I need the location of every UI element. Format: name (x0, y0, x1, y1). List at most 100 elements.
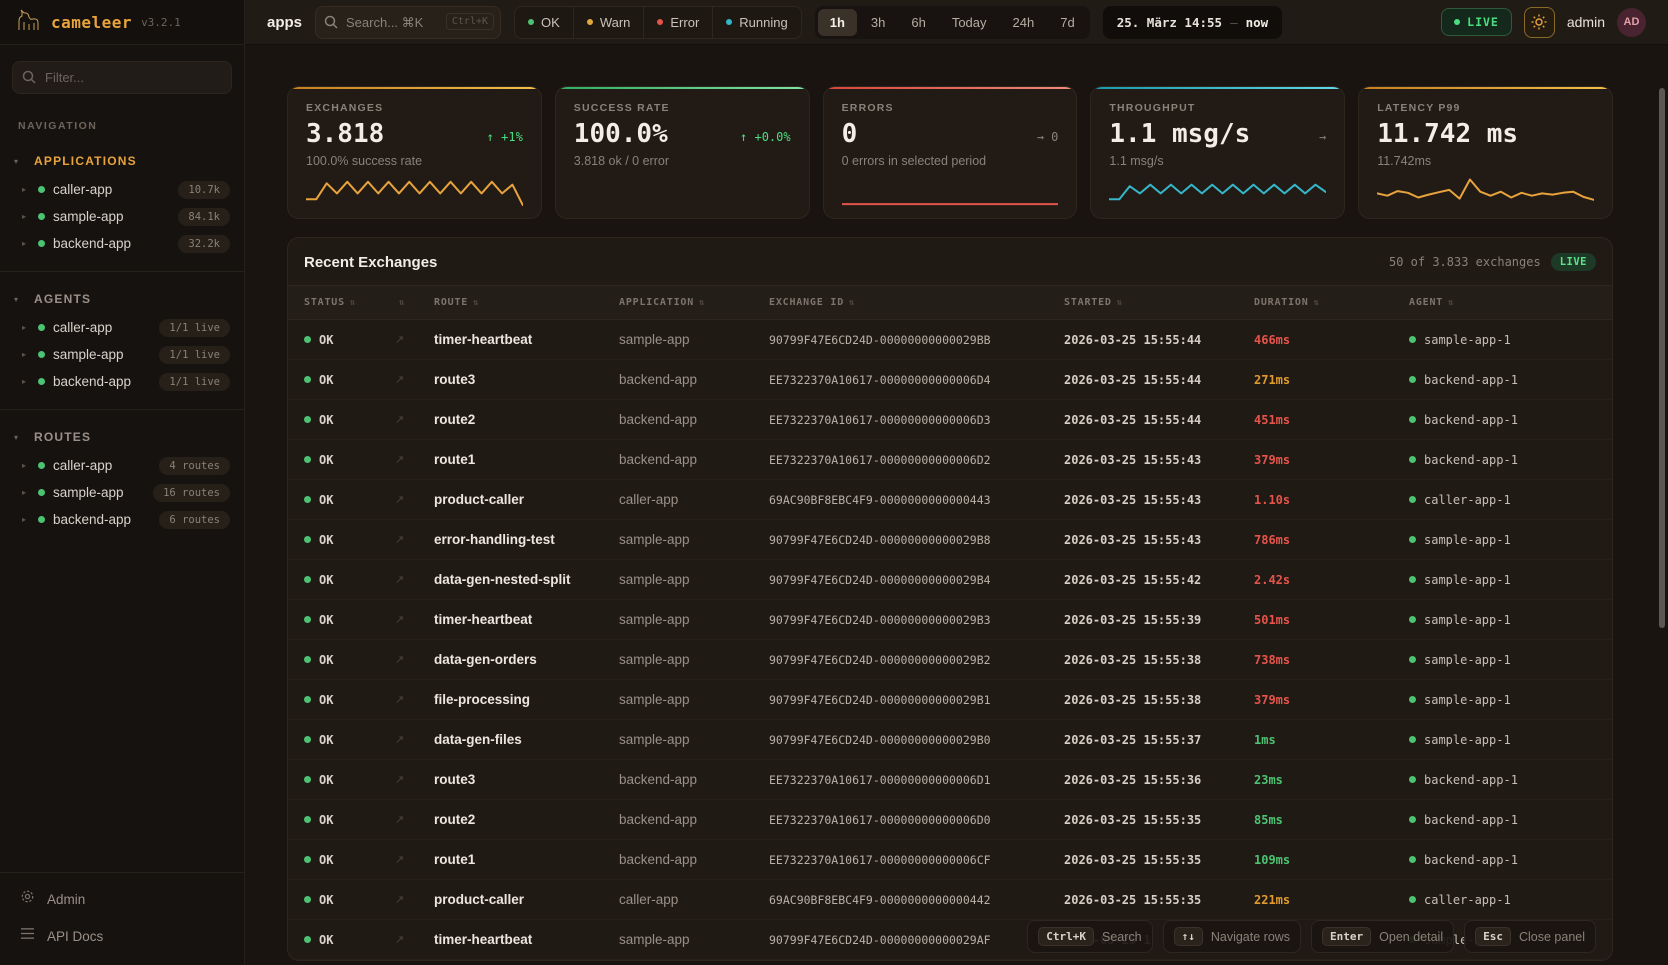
expand-arrow-icon[interactable]: ↗ (383, 853, 418, 866)
chevron-right-icon: ▸ (22, 377, 30, 386)
expand-arrow-icon[interactable]: ↗ (383, 533, 418, 546)
sidebar-item-backend-app[interactable]: ▸backend-app32.2k (0, 230, 244, 257)
table-row[interactable]: OK↗route2backend-appEE7322370A10617-0000… (288, 800, 1612, 840)
sidebar-item-caller-app[interactable]: ▸caller-app4 routes (0, 452, 244, 479)
column-header-route[interactable]: ROUTE⇅ (418, 297, 603, 308)
status-cell: OK (288, 373, 383, 387)
status-filter-error[interactable]: Error (643, 7, 712, 38)
column-header-started[interactable]: STARTED⇅ (1048, 297, 1238, 308)
sidebar-item-backend-app[interactable]: ▸backend-app1/1 live (0, 368, 244, 395)
sidebar-item-sample-app[interactable]: ▸sample-app16 routes (0, 479, 244, 506)
started-cell: 2026-03-25 15:55:39 (1048, 613, 1238, 627)
live-dot-icon (1454, 19, 1460, 25)
time-range-1h[interactable]: 1h (818, 9, 857, 36)
duration-cell: 466ms (1238, 333, 1393, 347)
expand-arrow-icon[interactable]: ↗ (383, 453, 418, 466)
ok-dot-icon (304, 616, 311, 623)
table-row[interactable]: OK↗data-gen-orderssample-app90799F47E6CD… (288, 640, 1612, 680)
date-range-pill[interactable]: 25. März 14:55 — now (1103, 6, 1282, 39)
section-header-routes[interactable]: ▾ROUTES (0, 426, 244, 452)
kpi-value-row: 1.1 msg/s→ (1109, 121, 1326, 147)
sidebar-item-caller-app[interactable]: ▸caller-app10.7k (0, 176, 244, 203)
agent-label: sample-app-1 (1424, 613, 1511, 627)
kpi-body: LATENCY P9911.742 ms11.742ms (1359, 89, 1612, 218)
table-row[interactable]: OK↗route3backend-appEE7322370A10617-0000… (288, 760, 1612, 800)
expand-arrow-icon[interactable]: ↗ (383, 733, 418, 746)
section-title: AGENTS (34, 292, 91, 306)
status-filter-ok[interactable]: OK (515, 7, 573, 38)
agent-label: caller-app-1 (1424, 893, 1511, 907)
sidebar-footer-api-docs[interactable]: API Docs (20, 927, 224, 945)
table-row[interactable]: OK↗route1backend-appEE7322370A10617-0000… (288, 840, 1612, 880)
expand-arrow-icon[interactable]: ↗ (383, 893, 418, 906)
column-header-duration[interactable]: DURATION⇅ (1238, 297, 1393, 308)
status-dot-icon (38, 186, 45, 193)
table-row[interactable]: OK↗timer-heartbeatsample-app90799F47E6CD… (288, 600, 1612, 640)
status-cell: OK (288, 653, 383, 667)
table-row[interactable]: OK↗error-handling-testsample-app90799F47… (288, 520, 1612, 560)
status-filter-group: OK WarnErrorRunning (514, 6, 802, 39)
kpi-label: THROUGHPUT (1109, 102, 1326, 114)
table-row[interactable]: OK↗data-gen-filessample-app90799F47E6CD2… (288, 720, 1612, 760)
expand-arrow-icon[interactable]: ↗ (383, 373, 418, 386)
status-filter-warn[interactable]: Warn (573, 7, 644, 38)
sidebar-footer-admin[interactable]: Admin (20, 889, 224, 909)
table-row[interactable]: OK↗route1backend-appEE7322370A10617-0000… (288, 440, 1612, 480)
live-toggle[interactable]: LIVE (1441, 8, 1512, 36)
column-header-label: STARTED (1064, 297, 1112, 308)
section-header-applications[interactable]: ▾APPLICATIONS (0, 150, 244, 176)
table-row[interactable]: OK↗route3backend-appEE7322370A10617-0000… (288, 360, 1612, 400)
section-title: APPLICATIONS (34, 154, 137, 168)
route-cell: file-processing (418, 692, 603, 707)
hint-label: Close panel (1519, 930, 1585, 944)
column-header-agent[interactable]: AGENT⇅ (1393, 297, 1612, 308)
status-filter-running[interactable]: Running (712, 7, 800, 38)
table-row[interactable]: OK↗timer-heartbeatsample-app90799F47E6CD… (288, 320, 1612, 360)
expand-arrow-icon[interactable]: ↗ (383, 333, 418, 346)
expand-arrow-icon[interactable]: ↗ (383, 933, 418, 946)
section-header-agents[interactable]: ▾AGENTS (0, 288, 244, 314)
expand-arrow-icon[interactable]: ↗ (383, 693, 418, 706)
status-dot-icon (38, 213, 45, 220)
expand-arrow-icon[interactable]: ↗ (383, 413, 418, 426)
expand-arrow-icon[interactable]: ↗ (383, 773, 418, 786)
time-range-6h[interactable]: 6h (899, 9, 937, 36)
sidebar-item-backend-app[interactable]: ▸backend-app6 routes (0, 506, 244, 533)
route-cell: route1 (418, 852, 603, 867)
expand-arrow-icon[interactable]: ↗ (383, 653, 418, 666)
expand-arrow-icon[interactable]: ↗ (383, 573, 418, 586)
column-header-exchange-id[interactable]: EXCHANGE ID⇅ (753, 297, 1048, 308)
sidebar-filter-input[interactable] (12, 61, 232, 94)
kpi-card-exchanges: EXCHANGES3.818↑ +1%100.0% success rate (287, 86, 542, 219)
sidebar-item-badge: 6 routes (159, 511, 230, 529)
kpi-card-errors: ERRORS0→ 00 errors in selected period (823, 86, 1078, 219)
sidebar-item-sample-app[interactable]: ▸sample-app84.1k (0, 203, 244, 230)
exchange-id-cell: 90799F47E6CD24D-00000000000029B8 (753, 533, 1048, 547)
time-range-7d[interactable]: 7d (1048, 9, 1086, 36)
column-header-application[interactable]: APPLICATION⇅ (603, 297, 753, 308)
hint-key: Esc (1475, 927, 1511, 946)
table-row[interactable]: OK↗file-processingsample-app90799F47E6CD… (288, 680, 1612, 720)
time-range-3h[interactable]: 3h (859, 9, 897, 36)
scrollbar-thumb[interactable] (1659, 88, 1665, 628)
column-header-expand[interactable]: ⇅ (383, 298, 418, 308)
avatar[interactable]: AD (1617, 8, 1646, 37)
sidebar-item-sample-app[interactable]: ▸sample-app1/1 live (0, 341, 244, 368)
nav-section-agents: ▾AGENTS▸caller-app1/1 live▸sample-app1/1… (0, 272, 244, 395)
exchange-id-cell: EE7322370A10617-00000000000006D1 (753, 773, 1048, 787)
expand-arrow-icon[interactable]: ↗ (383, 813, 418, 826)
table-row[interactable]: OK↗product-callercaller-app69AC90BF8EBC4… (288, 880, 1612, 920)
status-filter-label: OK (541, 15, 560, 30)
expand-arrow-icon[interactable]: ↗ (383, 613, 418, 626)
theme-toggle-button[interactable] (1524, 7, 1555, 38)
time-range-24h[interactable]: 24h (1001, 9, 1047, 36)
table-row[interactable]: OK↗route2backend-appEE7322370A10617-0000… (288, 400, 1612, 440)
kpi-value-row: 11.742 ms (1377, 121, 1594, 147)
expand-arrow-icon[interactable]: ↗ (383, 493, 418, 506)
sidebar-item-caller-app[interactable]: ▸caller-app1/1 live (0, 314, 244, 341)
table-row[interactable]: OK↗product-callercaller-app69AC90BF8EBC4… (288, 480, 1612, 520)
table-row[interactable]: OK↗data-gen-nested-splitsample-app90799F… (288, 560, 1612, 600)
sidebar-item-badge: 1/1 live (159, 319, 230, 337)
time-range-today[interactable]: Today (940, 9, 999, 36)
column-header-status[interactable]: STATUS⇅ (288, 297, 383, 308)
